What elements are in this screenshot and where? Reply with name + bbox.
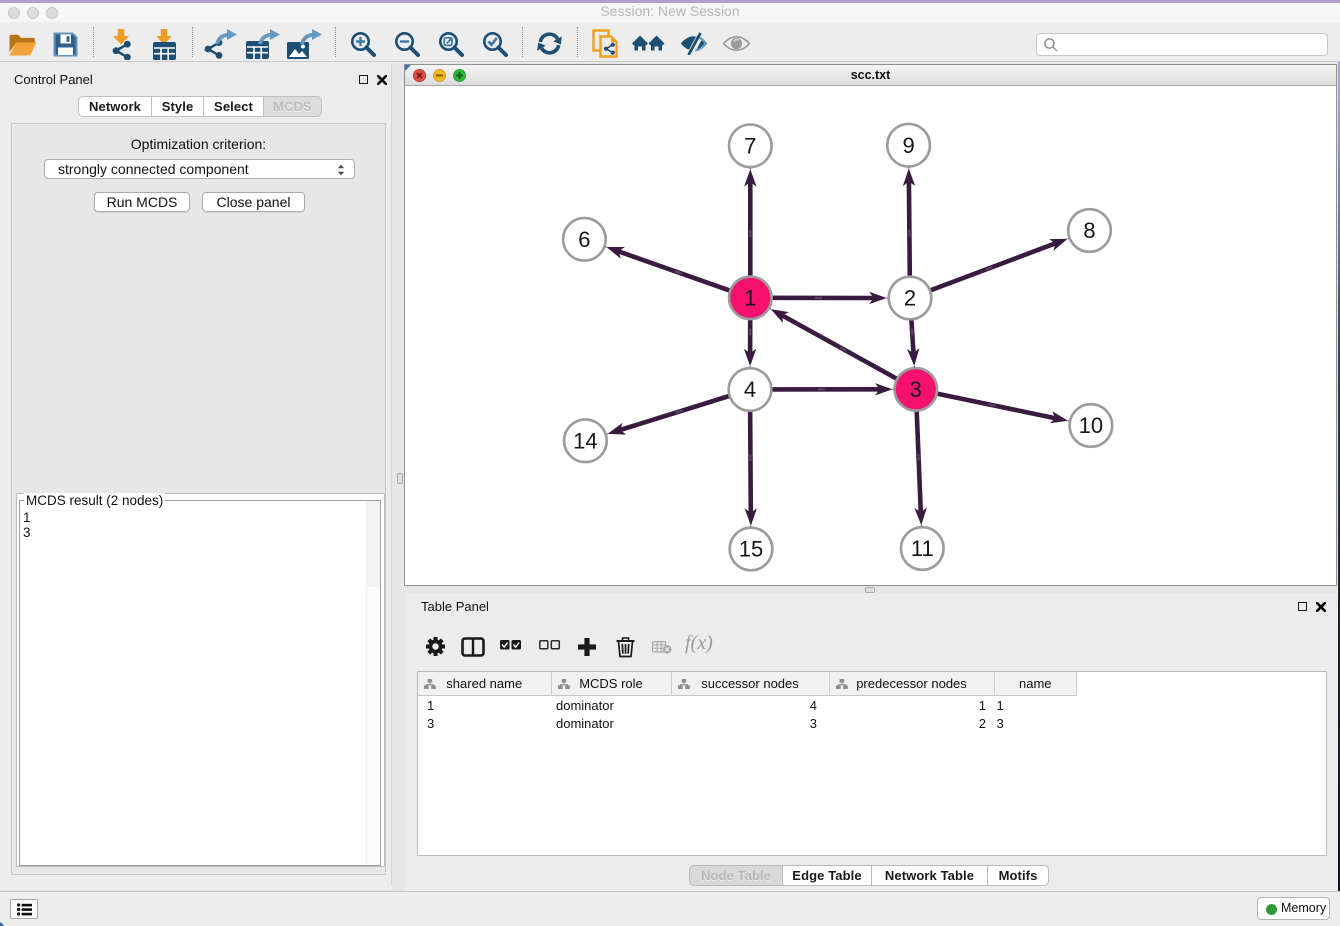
svg-text:14: 14 (573, 428, 597, 453)
svg-text:4: 4 (744, 377, 756, 402)
svg-text:15: 15 (739, 537, 763, 562)
svg-text:7: 7 (744, 133, 756, 158)
svg-text:1: 1 (744, 285, 756, 310)
svg-text:3: 3 (910, 377, 922, 402)
svg-text:6: 6 (578, 227, 590, 252)
svg-text:11: 11 (911, 536, 934, 561)
svg-text:8: 8 (1083, 218, 1095, 243)
svg-text:9: 9 (902, 133, 914, 158)
svg-text:10: 10 (1079, 413, 1103, 438)
svg-text:2: 2 (904, 286, 916, 311)
